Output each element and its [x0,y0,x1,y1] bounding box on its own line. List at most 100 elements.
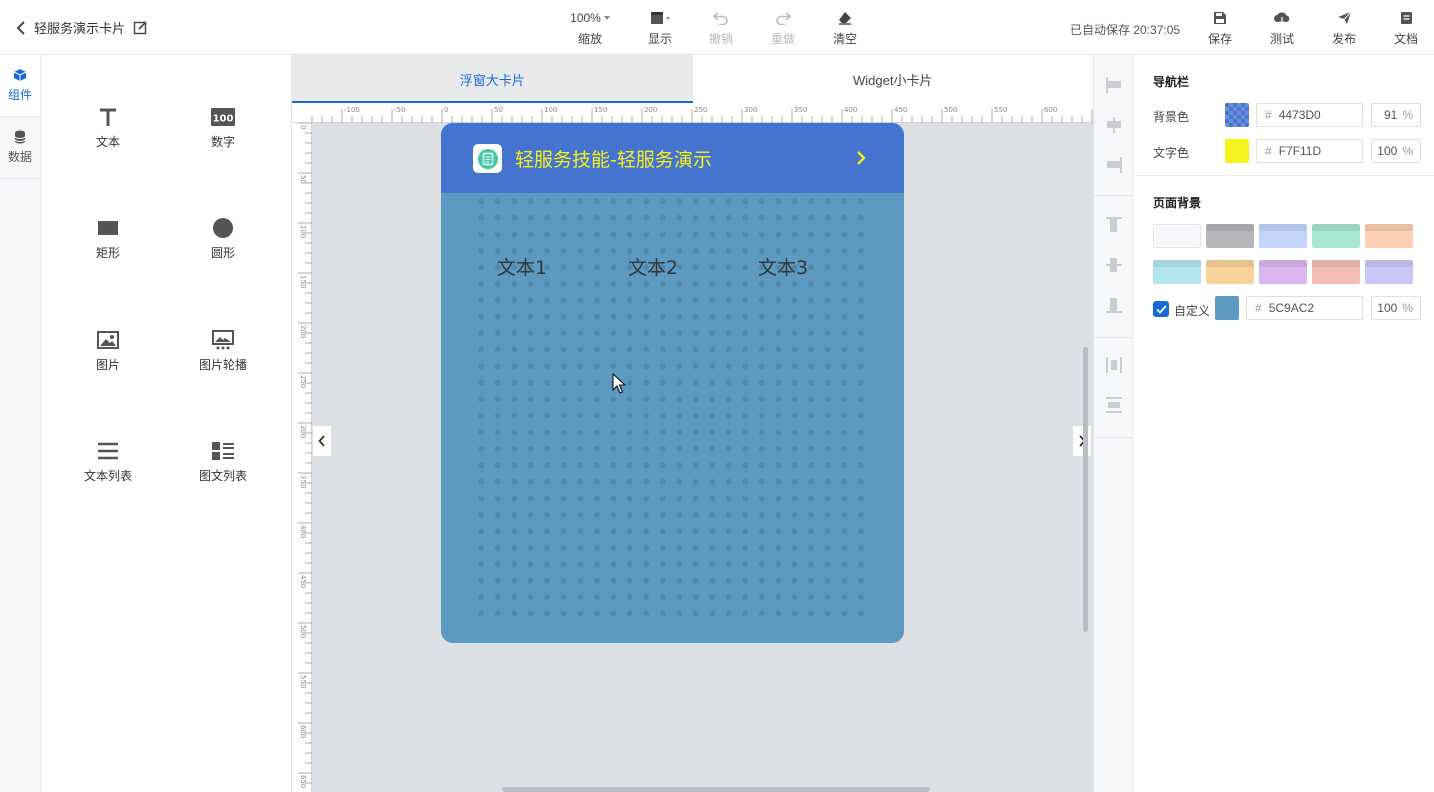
image-list-icon [212,442,234,460]
properties-panel: 导航栏 背景色 #4473D0 91% 文字色 # F7F11D 100% 页面背… [1133,55,1434,792]
align-middle-vertical-icon[interactable] [1104,255,1124,275]
align-center-horizontal-icon[interactable] [1104,115,1124,135]
component-image[interactable]: 图片 [58,328,158,373]
collapse-left-panel-button[interactable] [313,426,331,456]
image-icon [97,331,119,349]
undo-button[interactable]: 撤销 [696,9,746,47]
back-button[interactable]: 轻服务演示卡片 [16,18,148,37]
card-title: 轻服务技能-轻服务演示 [515,149,712,171]
component-image-carousel[interactable]: 图片轮播 [173,328,273,373]
eraser-icon [839,12,851,25]
tab-widget-card[interactable]: Widget小卡片 [693,55,1094,103]
card-text-1[interactable]: 文本1 [497,253,547,280]
page-bg-preset-swatch[interactable] [1153,260,1201,284]
ruler-label: 200 [644,106,657,114]
nav-bg-opacity-value: 91 [1383,108,1398,122]
display-button[interactable]: 显示 [635,9,685,47]
hash-symbol: # [1255,301,1262,315]
preset-nav-band [1365,224,1413,231]
component-rectangle[interactable]: 矩形 [58,216,158,261]
preset-nav-band [1259,224,1307,231]
undo-icon [713,12,728,25]
page-bg-preset-swatch[interactable] [1153,224,1201,248]
custom-bg-checkbox[interactable] [1153,301,1169,317]
nav-text-opacity-input[interactable]: 100% [1371,139,1421,163]
custom-bg-color-swatch[interactable] [1215,296,1239,320]
ruler-label: -100 [344,106,360,114]
carousel-icon [212,330,234,350]
edit-icon[interactable] [133,20,148,35]
card-text-2[interactable]: 文本2 [628,253,678,280]
test-button[interactable]: 测试 [1257,9,1307,47]
redo-button[interactable]: 重做 [758,9,808,47]
vertical-scrollbar[interactable] [1083,347,1088,632]
card-text-3[interactable]: 文本3 [758,253,808,280]
ruler-label: 50 [494,106,503,114]
clear-button[interactable]: 清空 [820,9,870,47]
page-bg-preset-swatch[interactable] [1365,224,1413,248]
send-icon [1337,11,1351,24]
ruler-label: 450 [299,575,307,588]
page-bg-preset-swatch[interactable] [1259,260,1307,284]
align-top-icon[interactable] [1104,215,1124,235]
zoom-value: 100% [570,11,601,25]
nav-text-color-input[interactable]: # F7F11D [1256,139,1363,163]
mouse-cursor-icon [612,373,626,394]
align-bottom-icon[interactable] [1104,295,1124,315]
ruler-label: 350 [299,475,307,488]
design-canvas[interactable]: 浮窗大卡片 Widget小卡片 -100 -50 0 50 100 150 200 250 30… [292,55,1093,792]
page-bg-preset-swatch[interactable] [1312,224,1360,248]
preset-nav-band [1312,260,1360,267]
page-bg-preset-swatch[interactable] [1312,260,1360,284]
page-bg-preset-swatch[interactable] [1206,260,1254,284]
nav-bg-color-swatch[interactable] [1225,103,1249,127]
ruler-label: 0 [444,106,448,114]
rail-item-data[interactable]: 数据 [0,117,40,179]
component-image-text-list[interactable]: 图文列表 [173,439,273,484]
list-icon [98,442,118,460]
distribute-horizontal-icon[interactable] [1104,355,1124,375]
card-navbar[interactable]: 轻服务技能-轻服务演示 [441,123,904,193]
page-bg-preset-swatch[interactable] [1206,224,1254,248]
nav-bg-opacity-input[interactable]: 91% [1371,103,1421,127]
component-number[interactable]: 100 数字 [173,105,273,150]
alignment-toolbar [1093,55,1134,792]
ruler-label: 550 [299,675,307,688]
zoom-control[interactable]: 100% 缩放 [565,9,615,47]
horizontal-scrollbar[interactable] [502,787,930,792]
autosave-status: 已自动保存 20:37:05 [1070,23,1181,37]
chevron-left-icon [318,435,325,447]
publish-label: 发布 [1331,32,1356,46]
redo-icon [776,12,791,25]
save-button[interactable]: 保存 [1195,9,1245,47]
align-left-icon[interactable] [1104,75,1124,95]
vertical-ruler: 0 50 100 150 200 250 300 350 400 450 500 550 600 650 [292,123,312,792]
nav-text-color-swatch[interactable] [1225,139,1249,163]
publish-button[interactable]: 发布 [1319,9,1369,47]
tab-floating-card[interactable]: 浮窗大卡片 [292,55,693,103]
rail-item-components[interactable]: 组件 [0,55,40,117]
bg-color-label: 背景色 [1153,110,1190,124]
rectangle-icon [98,221,118,235]
custom-bg-label: 自定义 [1174,304,1211,318]
undo-label: 撤销 [708,32,733,46]
page-bg-section-title: 页面背景 [1153,196,1202,210]
ruler-label: 350 [794,106,807,114]
component-text[interactable]: 文本 [58,105,158,150]
ruler-label: 100 [299,225,307,238]
component-palette: 文本 100 数字 矩形 圆形 图片 图片轮播 文本列表 图文列表 [41,55,292,792]
page-bg-preset-swatch[interactable] [1365,260,1413,284]
align-right-icon[interactable] [1104,155,1124,175]
custom-bg-hex-value: 5C9AC2 [1268,301,1315,315]
custom-bg-color-input[interactable]: #5C9AC2 [1246,296,1363,320]
preset-nav-band [1153,260,1201,267]
component-text-list[interactable]: 文本列表 [58,439,158,484]
distribute-vertical-icon[interactable] [1104,395,1124,415]
component-circle[interactable]: 圆形 [173,216,273,261]
collapse-right-panel-button[interactable] [1073,426,1091,456]
page-bg-preset-swatch[interactable] [1259,224,1307,248]
custom-bg-opacity-input[interactable]: 100% [1371,296,1421,320]
docs-button[interactable]: 文档 [1381,9,1431,47]
floating-card-preview[interactable]: 轻服务技能-轻服务演示 文本1 文本2 文本3 [441,123,904,643]
nav-bg-color-input[interactable]: #4473D0 [1256,103,1363,127]
